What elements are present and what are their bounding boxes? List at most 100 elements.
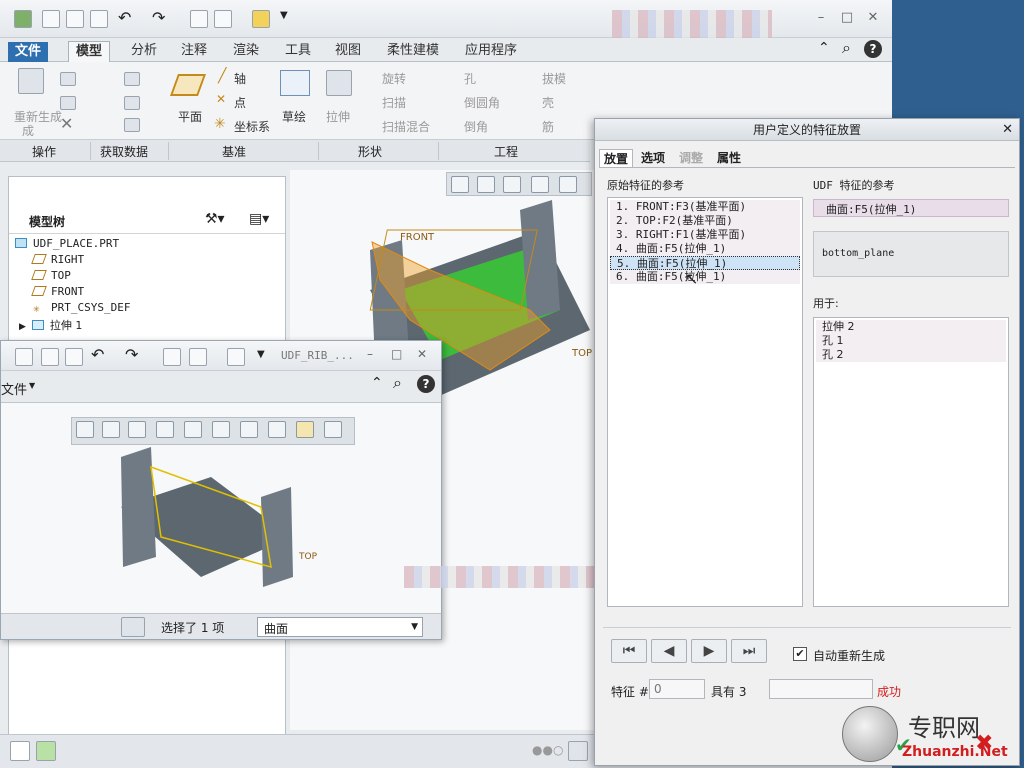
zoom-out-icon[interactable] (128, 421, 146, 438)
tab-properties[interactable]: 属性 (713, 149, 745, 167)
new-icon[interactable] (42, 10, 60, 28)
regenerate-icon-large[interactable] (18, 68, 44, 94)
browser-toggle-icon[interactable] (36, 741, 56, 761)
list-item[interactable]: 拉伸 2 (816, 320, 1006, 334)
list-item[interactable]: 1. FRONT:F3(基准平面) (610, 200, 800, 214)
list-item[interactable]: 4. 曲面:F5(拉伸_1) (610, 242, 800, 256)
collapse-ribbon-icon[interactable]: ⌃ (371, 375, 383, 391)
group-datum[interactable]: 基准 (222, 143, 246, 160)
customize-chevron-icon[interactable]: ▼ (280, 10, 298, 28)
list-item[interactable]: 3. RIGHT:F1(基准平面) (610, 228, 800, 242)
close-window-icon[interactable] (252, 10, 270, 28)
collapse-ribbon-icon[interactable]: ⌃ (818, 40, 830, 56)
paste-icon[interactable] (60, 96, 76, 110)
hole-button[interactable]: 孔 (464, 70, 476, 87)
expand-icon[interactable]: ▶ (19, 322, 26, 332)
redo-icon[interactable]: ↷ (125, 345, 138, 364)
axis-button[interactable]: 轴 (234, 70, 246, 87)
feature-number-field[interactable]: 0 (649, 679, 705, 699)
tree-item[interactable]: UDF_PLACE.PRT (15, 237, 119, 250)
group-engineering[interactable]: 工程 (494, 143, 518, 160)
redo-icon[interactable]: ↷ (152, 10, 170, 28)
regenerate-icon[interactable] (190, 10, 208, 28)
undo-icon[interactable]: ↶ (118, 10, 136, 28)
open-icon[interactable] (66, 10, 84, 28)
customize-chevron-icon[interactable]: ▼ (257, 349, 265, 360)
plane-button[interactable]: 平面 (178, 108, 202, 125)
shell-button[interactable]: 壳 (542, 94, 554, 111)
list-item[interactable]: 2. TOP:F2(基准平面) (610, 214, 800, 228)
used-in-list[interactable]: 拉伸 2 孔 1 孔 2 (813, 317, 1009, 607)
maximize-icon[interactable]: □ (391, 347, 402, 361)
refit-icon[interactable] (76, 421, 94, 438)
maximize-icon[interactable]: □ (836, 8, 858, 28)
group-shapes[interactable]: 形状 (358, 143, 382, 160)
shrinkwrap-icon[interactable] (124, 118, 140, 132)
auto-regen-checkbox[interactable]: ✔ (793, 647, 807, 661)
help-icon[interactable]: ? (417, 375, 435, 393)
rib-button[interactable]: 筋 (542, 118, 554, 135)
tab-flexible[interactable]: 柔性建模 (380, 41, 446, 62)
list-item-selected[interactable]: 5. 曲面:F5(拉伸_1) (610, 256, 800, 270)
close-icon[interactable]: ✕ (862, 8, 884, 28)
tab-placement[interactable]: 放置 (599, 149, 634, 167)
zoom-in-icon[interactable] (102, 421, 120, 438)
search-icon[interactable]: ⌕ (842, 38, 851, 58)
zoom-in-icon[interactable] (477, 176, 495, 193)
first-button[interactable]: ⏮ (611, 639, 647, 663)
revolve-button[interactable]: 旋转 (382, 70, 406, 87)
user-feature-icon[interactable] (124, 72, 140, 86)
save-icon[interactable] (65, 348, 83, 366)
original-refs-list[interactable]: 1. FRONT:F3(基准平面) 2. TOP:F2(基准平面) 3. RIG… (607, 197, 803, 607)
regenerate-icon[interactable] (163, 348, 181, 366)
extrude-icon[interactable] (326, 70, 352, 96)
list-item[interactable]: 6. 曲面:F5(拉伸_1) (610, 270, 800, 284)
undo-icon[interactable]: ↶ (91, 345, 104, 364)
save-icon[interactable] (90, 10, 108, 28)
saved-views-icon[interactable] (240, 421, 258, 438)
chamfer-button[interactable]: 倒角 (464, 118, 488, 135)
tab-adjust[interactable]: 调整 (675, 149, 707, 167)
tab-analysis[interactable]: 分析 (124, 41, 164, 62)
annotation-display-icon[interactable] (268, 421, 286, 438)
tab-model[interactable]: 模型 (68, 41, 111, 62)
list-item[interactable]: 孔 1 (816, 334, 1006, 348)
sketch-icon[interactable] (280, 70, 310, 96)
display-style-icon[interactable] (559, 176, 577, 193)
close-icon[interactable]: ✕ (1002, 119, 1013, 141)
round-button[interactable]: 倒圆角 (464, 94, 500, 111)
refit-icon[interactable] (451, 176, 469, 193)
tree-item[interactable]: ▶ 拉伸 1 (19, 317, 82, 333)
list-item[interactable]: 孔 2 (816, 348, 1006, 362)
file-menu[interactable]: 文件 (1, 379, 27, 398)
plane-display-icon[interactable] (296, 421, 314, 438)
new-icon[interactable] (15, 348, 33, 366)
group-get-data[interactable]: 获取数据 (100, 143, 148, 160)
copy-geometry-icon[interactable] (124, 96, 140, 110)
zoom-out-icon[interactable] (503, 176, 521, 193)
tab-applications[interactable]: 应用程序 (458, 41, 524, 62)
find-icon[interactable] (568, 741, 588, 761)
swept-blend-button[interactable]: 扫描混合 (382, 118, 430, 135)
tree-item[interactable]: ✳ PRT_CSYS_DEF (33, 301, 130, 314)
tab-render[interactable]: 渲染 (226, 41, 266, 62)
navigator-toggle-icon[interactable] (10, 741, 30, 761)
draft-button[interactable]: 拔模 (542, 70, 566, 87)
tree-item[interactable]: FRONT (31, 285, 84, 298)
chevron-down-icon[interactable]: ▼ (411, 622, 418, 632)
datum-display-icon[interactable] (212, 421, 230, 438)
tab-view[interactable]: 视图 (328, 41, 368, 62)
windows-icon[interactable] (214, 10, 232, 28)
spin-center-icon[interactable] (324, 421, 342, 438)
file-menu-chevron-icon[interactable]: ▼ (29, 381, 35, 390)
group-operations[interactable]: 操作 (32, 143, 56, 160)
next-button[interactable]: ▶ (691, 639, 727, 663)
tree-item[interactable]: TOP (31, 269, 71, 282)
windows-icon[interactable] (189, 348, 207, 366)
tab-options[interactable]: 选项 (637, 149, 669, 167)
find-icon[interactable] (121, 617, 145, 637)
sweep-button[interactable]: 扫描 (382, 94, 406, 111)
help-icon[interactable]: ? (864, 40, 882, 58)
app-icon[interactable] (14, 10, 32, 28)
point-button[interactable]: 点 (234, 94, 246, 111)
